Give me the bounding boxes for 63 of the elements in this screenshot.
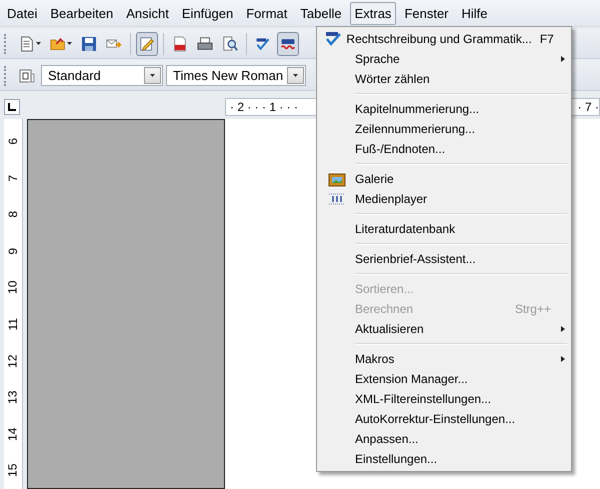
ruler-number: 7 — [5, 174, 21, 182]
spellcheck-icon — [255, 36, 271, 52]
submenu-arrow-icon — [561, 356, 565, 362]
menu-item[interactable]: Serienbrief-Assistent... — [319, 249, 569, 269]
tab-stop-button[interactable] — [4, 99, 20, 115]
tab-stop-icon — [8, 103, 16, 111]
menu-item[interactable]: Aktualisieren — [319, 319, 569, 339]
ruler-number: 11 — [5, 318, 21, 330]
menu-item[interactable]: Fuß-/Endnoten... — [319, 139, 569, 159]
menu-item[interactable]: Einstellungen... — [319, 449, 569, 469]
folder-icon — [50, 36, 66, 52]
menu-item[interactable]: Extension Manager... — [319, 369, 569, 389]
ruler-number: 8 — [5, 211, 21, 218]
menu-title[interactable]: Ansicht — [121, 2, 174, 24]
ruler-number: 14 — [5, 427, 21, 441]
font-dropdown[interactable]: Times New Roman — [166, 65, 306, 86]
ruler-number: 12 — [5, 354, 21, 368]
ruler-number: 13 — [5, 390, 21, 404]
menu-title[interactable]: Format — [241, 2, 292, 24]
menu-item[interactable]: Sprache — [319, 49, 569, 69]
framed-picture-icon — [328, 171, 346, 187]
menu-item[interactable]: XML-Filtereinstellungen... — [319, 389, 569, 409]
submenu-arrow-icon — [561, 326, 565, 332]
spellcheck-icon — [324, 31, 342, 47]
caret-icon — [36, 42, 41, 46]
ruler-number: 10 — [5, 281, 21, 294]
ruler-number: 6 — [5, 138, 21, 145]
menu-title[interactable]: Tabelle — [295, 2, 347, 24]
music-notes-icon — [328, 192, 346, 206]
save-icon — [81, 36, 97, 52]
printer-icon — [197, 36, 213, 52]
magnifier-page-icon — [222, 36, 238, 52]
menu-item[interactable]: Wörter zählen — [319, 69, 569, 89]
style-dropdown[interactable]: Standard — [41, 65, 163, 86]
caret-icon — [67, 42, 72, 46]
menu-title[interactable]: Hilfe — [456, 2, 493, 24]
ruler-number: 9 — [5, 248, 21, 254]
ruler-number: 15 — [5, 464, 21, 478]
menu-title[interactable]: Bearbeiten — [45, 2, 118, 24]
submenu-arrow-icon — [561, 56, 565, 62]
menu-item[interactable]: Medienplayer — [319, 189, 569, 209]
new-document-icon — [19, 36, 35, 52]
pdf-icon — [172, 36, 188, 52]
menu-item[interactable]: AutoKorrektur-Einstellungen... — [319, 409, 569, 429]
menu-title[interactable]: Extras — [350, 2, 396, 24]
menu-item[interactable]: Galerie — [319, 169, 569, 189]
menu-title[interactable]: Fenster — [399, 2, 454, 24]
menu-item[interactable]: Literaturdatenbank — [319, 219, 569, 239]
caret-icon — [150, 74, 155, 78]
ruler-scale: · 7 · — [578, 100, 599, 114]
menu-item[interactable]: Zeilennummerierung... — [319, 119, 569, 139]
menu-item[interactable]: Makros — [319, 349, 569, 369]
menu-item[interactable]: Anpassen... — [319, 429, 569, 449]
ruler-scale: · 2 · · · 1 · · · — [230, 100, 298, 114]
toolbar-button[interactable] — [277, 32, 299, 56]
menu-title[interactable]: Einfügen — [176, 2, 238, 24]
caret-icon — [293, 74, 298, 78]
edit-document-icon — [139, 36, 155, 52]
toolbar-button[interactable] — [136, 32, 158, 56]
styles-icon — [19, 68, 35, 84]
menu-item[interactable]: Rechtschreibung und Grammatik... F7 — [319, 29, 569, 49]
menu-item[interactable]: Kapitelnummerierung... — [319, 99, 569, 119]
menu-title[interactable]: Datei — [2, 2, 42, 24]
